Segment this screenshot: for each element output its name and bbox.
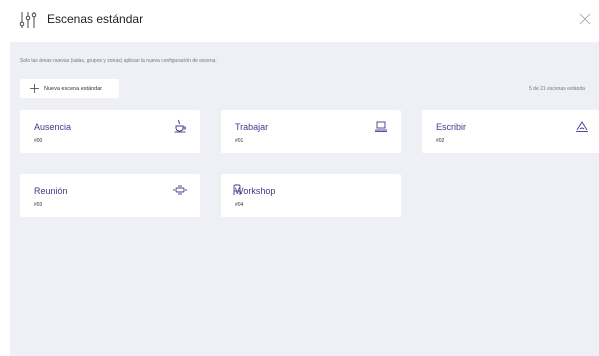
scene-number: #01 xyxy=(235,138,244,144)
scene-number: #02 xyxy=(436,138,445,144)
scene-card-escribir[interactable]: Escribir #02 xyxy=(422,110,599,153)
laptop-icon xyxy=(375,121,387,132)
scene-card-workshop[interactable]: Workshop #04 xyxy=(221,174,401,217)
meeting-table-icon xyxy=(173,185,187,195)
scene-number: #04 xyxy=(235,202,244,208)
scene-card-ausencia[interactable]: Ausencia #00 xyxy=(20,110,200,153)
info-text: Solo las áreas nuevas (salas, grupos y z… xyxy=(20,58,217,64)
writing-icon xyxy=(576,121,588,132)
header: Escenas estándar xyxy=(0,0,599,41)
new-scene-button[interactable]: Nueva escena estándar xyxy=(20,79,119,98)
new-scene-label: Nueva escena estándar xyxy=(44,85,103,92)
scene-name: Ausencia xyxy=(34,122,72,132)
coffee-cup-icon xyxy=(174,119,186,133)
scene-card-trabajar[interactable]: Trabajar #01 xyxy=(221,110,401,153)
scene-name: Trabajar xyxy=(235,122,269,132)
plus-icon xyxy=(30,84,39,93)
chair-icon xyxy=(233,184,241,195)
close-icon[interactable] xyxy=(579,13,591,25)
scene-card-reunion[interactable]: Reunión #03 xyxy=(20,174,200,217)
page-title: Escenas estándar xyxy=(47,12,144,26)
scene-number: #03 xyxy=(34,202,43,208)
scene-name: Reunión xyxy=(34,186,68,196)
scenes-panel: Solo las áreas nuevas (salas, grupos y z… xyxy=(10,42,599,356)
scene-name: Escribir xyxy=(436,122,467,132)
sliders-icon xyxy=(19,12,37,28)
scene-number: #00 xyxy=(34,138,43,144)
scene-count: 5 de 21 escenas estánda xyxy=(529,86,585,92)
